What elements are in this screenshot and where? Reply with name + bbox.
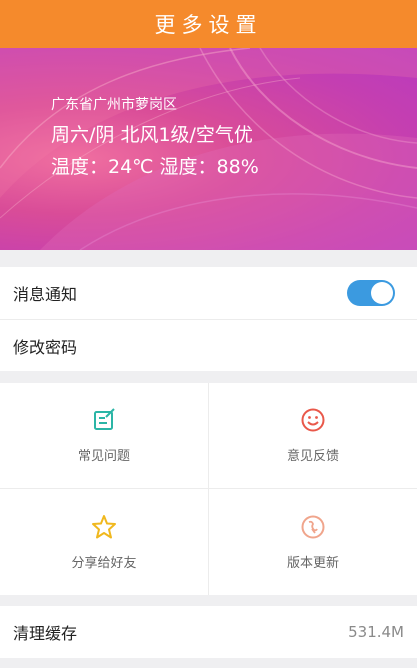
share-button[interactable]: 分享给好友 [0, 489, 209, 595]
notifications-toggle[interactable] [347, 280, 395, 306]
update-button[interactable]: 版本更新 [209, 489, 417, 595]
settings-card: 消息通知 修改密码 [0, 267, 417, 371]
weather-details: 温度：24℃ 湿度：88% [51, 156, 259, 178]
change-password-row[interactable]: 修改密码 [0, 319, 417, 371]
actions-grid: 常见问题 意见反馈 分享给好友 版本更新 [0, 383, 417, 595]
star-icon [92, 514, 116, 538]
faq-label: 常见问题 [77, 449, 130, 464]
smiley-icon [301, 408, 325, 432]
change-password-label: 修改密码 [13, 337, 78, 357]
share-label: 分享给好友 [71, 555, 137, 571]
banner-background-swirl [0, 48, 417, 250]
feedback-button[interactable]: 意见反馈 [209, 383, 417, 489]
cache-size: 531.4M [348, 623, 404, 641]
cache-card: 清理缓存 531.4M [0, 606, 417, 658]
feedback-label: 意见反馈 [286, 449, 339, 464]
weather-banner: 广东省广州市萝岗区 周六/阴 北风1级/空气优 温度：24℃ 湿度：88% [0, 48, 417, 250]
faq-edit-icon [94, 408, 115, 430]
weather-location: 广东省广州市萝岗区 [51, 97, 177, 113]
weather-summary: 周六/阴 北风1级/空气优 [51, 124, 253, 146]
faq-button[interactable]: 常见问题 [0, 383, 209, 489]
clear-cache-label: 清理缓存 [13, 624, 78, 643]
notifications-label: 消息通知 [13, 285, 78, 304]
notifications-row: 消息通知 [0, 267, 417, 319]
update-label: 版本更新 [286, 555, 339, 571]
top-bar: 更多设置 [0, 0, 417, 48]
update-icon [301, 515, 325, 538]
clear-cache-row[interactable]: 清理缓存 531.4M [0, 606, 417, 658]
page-title: 更多设置 [154, 13, 263, 37]
toggle-knob [371, 282, 393, 304]
